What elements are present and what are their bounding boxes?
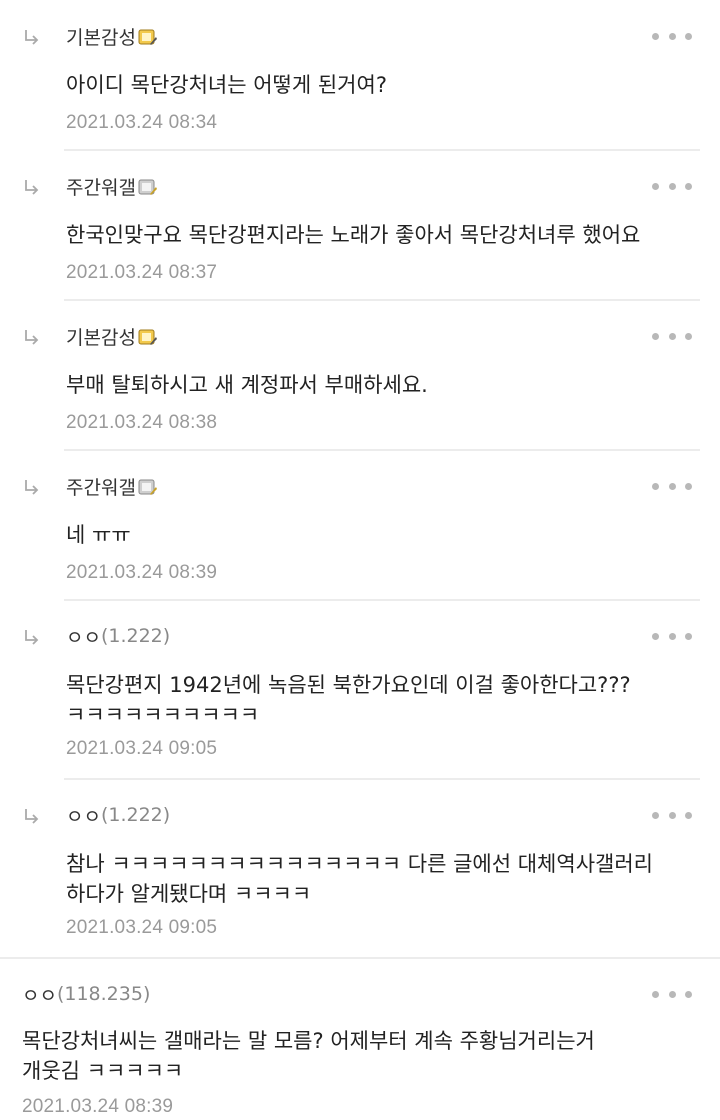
comment-author[interactable]: 기본감성 xyxy=(66,23,136,50)
comment-divider xyxy=(64,149,700,151)
comment-author-row: 주간워갤 xyxy=(66,168,158,204)
comment-more-menu-button[interactable] xyxy=(652,180,692,192)
comment-date: 2021.03.24 09:05 xyxy=(66,738,218,759)
comment-date: 2021.03.24 08:39 xyxy=(66,562,218,583)
reply-arrow-icon xyxy=(22,328,42,348)
comment-author-ip: (1.222) xyxy=(100,625,171,647)
comment-text: 목단강편지 1942년에 녹음된 북한가요인데 이걸 좋아한다고??? ㅋㅋㅋㅋ… xyxy=(66,673,631,727)
gallery-member-badge-icon xyxy=(138,328,158,346)
comment-author[interactable]: 주간워갤 xyxy=(66,473,136,500)
comment-more-menu-button[interactable] xyxy=(652,330,692,342)
comment-text: 한국인맞구요 목단강편지라는 노래가 좋아서 목단강처녀루 했어요 xyxy=(66,223,641,247)
comment-item: 주간워갤 한국인맞구요 목단강편지라는 노래가 좋아서 목단강처녀루 했어요 2… xyxy=(0,168,720,300)
comment-more-menu-button[interactable] xyxy=(652,30,692,42)
comment-author-row: 기본감성 xyxy=(66,318,158,354)
comment-author[interactable]: 기본감성 xyxy=(66,323,136,350)
comment-more-menu-button[interactable] xyxy=(652,809,692,821)
comment-divider xyxy=(64,449,700,451)
gallery-member-badge-icon xyxy=(138,28,158,46)
comment-author-row: ㅇㅇ (1.222) xyxy=(66,618,170,654)
comment-more-menu-button[interactable] xyxy=(652,480,692,492)
comment-author-row: 주간워갤 xyxy=(66,468,158,504)
comment-more-menu-button[interactable] xyxy=(652,988,692,1000)
comment-author[interactable]: ㅇㅇ xyxy=(22,981,57,1008)
comment-date: 2021.03.24 08:39 xyxy=(22,1096,174,1117)
comment-author-row: 기본감성 xyxy=(66,18,158,54)
comment-divider xyxy=(64,778,700,780)
comment-text: 아이디 목단강처녀는 어떻게 된거여? xyxy=(66,73,387,97)
comment-author-row: ㅇㅇ (1.222) xyxy=(66,797,170,833)
comment-item: ㅇㅇ (1.222) 목단강편지 1942년에 녹음된 북한가요인데 이걸 좋아… xyxy=(0,618,720,778)
comment-text: 부매 탈퇴하시고 새 계정파서 부매하세요. xyxy=(66,373,428,397)
comment-divider xyxy=(64,299,700,301)
comment-author[interactable]: 주간워갤 xyxy=(66,173,136,200)
gallery-member-badge-icon xyxy=(138,478,158,496)
comment-author-ip: (1.222) xyxy=(100,804,171,826)
comment-item: ㅇㅇ (118.235) 목단강처녀씨는 갤매라는 말 모름? 어제부터 계속 … xyxy=(0,976,720,1120)
comment-author-row: ㅇㅇ (118.235) xyxy=(22,976,150,1012)
reply-arrow-icon xyxy=(22,628,42,648)
comment-text: 참나 ㅋㅋㅋㅋㅋㅋㅋㅋㅋㅋㅋㅋㅋㅋㅋ 다른 글에선 대체역사갤러리 하다가 알게… xyxy=(66,852,653,906)
comment-date: 2021.03.24 08:34 xyxy=(66,112,218,133)
comment-more-menu-button[interactable] xyxy=(652,630,692,642)
comment-author-ip: (118.235) xyxy=(56,983,151,1005)
gallery-member-badge-icon xyxy=(138,178,158,196)
comment-item: ㅇㅇ (1.222) 참나 ㅋㅋㅋㅋㅋㅋㅋㅋㅋㅋㅋㅋㅋㅋㅋ 다른 글에선 대체역… xyxy=(0,797,720,957)
comment-date: 2021.03.24 09:05 xyxy=(66,917,218,938)
comment-text: 네 ㅠㅠ xyxy=(66,523,131,547)
reply-arrow-icon xyxy=(22,807,42,827)
comment-divider xyxy=(0,957,720,959)
comment-item: 기본감성 아이디 목단강처녀는 어떻게 된거여? 2021.03.24 08:3… xyxy=(0,18,720,150)
comment-author[interactable]: ㅇㅇ xyxy=(66,623,101,650)
reply-arrow-icon xyxy=(22,28,42,48)
comment-author[interactable]: ㅇㅇ xyxy=(66,802,101,829)
comment-item: 주간워갤 네 ㅠㅠ 2021.03.24 08:39 xyxy=(0,468,720,600)
comment-date: 2021.03.24 08:38 xyxy=(66,412,218,433)
comment-text: 목단강처녀씨는 갤매라는 말 모름? 어제부터 계속 주황님거리는거 개웃김 ㅋ… xyxy=(22,1029,595,1083)
comment-date: 2021.03.24 08:37 xyxy=(66,262,218,283)
reply-arrow-icon xyxy=(22,478,42,498)
comment-list: 기본감성 아이디 목단강처녀는 어떻게 된거여? 2021.03.24 08:3… xyxy=(0,0,720,1120)
comment-item: 기본감성 부매 탈퇴하시고 새 계정파서 부매하세요. 2021.03.24 0… xyxy=(0,318,720,450)
comment-divider xyxy=(64,599,700,601)
reply-arrow-icon xyxy=(22,178,42,198)
